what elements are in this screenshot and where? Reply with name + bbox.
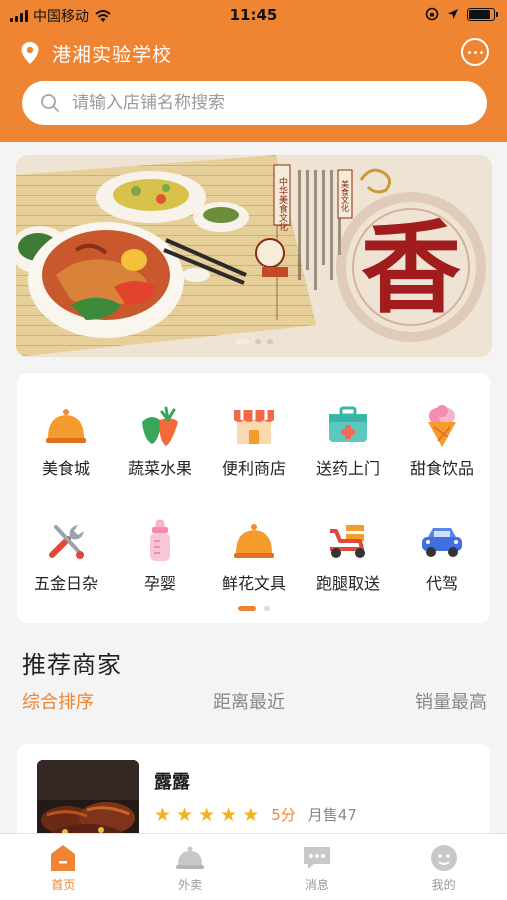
food-court-cloche-icon bbox=[46, 409, 86, 443]
tools-icon bbox=[49, 525, 84, 559]
category-pager bbox=[17, 606, 490, 611]
medicine-kit-icon bbox=[329, 406, 367, 442]
star-rating: ★ ★ ★ ★ ★ bbox=[154, 805, 259, 825]
promo-banner[interactable]: 中华美食文化 美食文化 香 bbox=[16, 155, 492, 357]
category-errand-delivery[interactable]: 跑腿取送 bbox=[301, 518, 395, 608]
battery-icon bbox=[467, 7, 498, 21]
category-desserts-drinks[interactable]: 甜食饮品 bbox=[395, 403, 489, 493]
flowers-stationery-cloche-icon bbox=[234, 524, 274, 558]
category-label: 跑腿取送 bbox=[315, 574, 380, 593]
banner-vertical-text: 中华美食文化 bbox=[277, 176, 288, 232]
shop-score: 5分 bbox=[271, 806, 296, 824]
category-convenience-store[interactable]: 便利商店 bbox=[207, 403, 301, 493]
shop-rating: ★ ★ ★ ★ ★ 5分 月售47 bbox=[154, 804, 357, 825]
search-input[interactable] bbox=[72, 93, 452, 113]
star-icon: ★ bbox=[154, 803, 172, 826]
baby-bottle-icon bbox=[150, 519, 170, 561]
tab-profile[interactable]: 我的 bbox=[380, 834, 507, 900]
category-food-court[interactable]: 美食城 bbox=[19, 403, 113, 493]
category-label: 甜食饮品 bbox=[409, 459, 474, 478]
category-flowers-stationery[interactable]: 鲜花文具 bbox=[207, 518, 301, 608]
ice-cream-icon bbox=[428, 405, 456, 447]
tab-label: 外卖 bbox=[178, 878, 203, 892]
takeout-cloche-icon bbox=[176, 846, 205, 869]
pager-dot[interactable] bbox=[267, 339, 273, 344]
sort-tab-best-selling[interactable]: 销量最高 bbox=[415, 688, 487, 714]
category-label: 蔬菜水果 bbox=[127, 459, 192, 478]
category-label: 孕婴 bbox=[143, 574, 176, 593]
category-medicine-delivery[interactable]: 送药上门 bbox=[301, 403, 395, 493]
orientation-lock-icon bbox=[425, 7, 439, 21]
pager-dot[interactable] bbox=[263, 606, 270, 611]
header: 中国移动 11:45 港湘实验学校 bbox=[0, 0, 507, 142]
location-title: 港湘实验学校 bbox=[52, 43, 173, 66]
profile-icon bbox=[430, 845, 457, 871]
star-icon: ★ bbox=[220, 803, 238, 826]
category-designated-driver[interactable]: 代驾 bbox=[395, 518, 489, 608]
home-icon bbox=[51, 845, 76, 871]
category-label: 五金日杂 bbox=[33, 574, 98, 593]
star-icon: ★ bbox=[198, 803, 216, 826]
location-selector[interactable]: 港湘实验学校 bbox=[20, 36, 172, 70]
star-icon: ★ bbox=[176, 803, 194, 826]
star-icon: ★ bbox=[242, 803, 260, 826]
message-icon bbox=[303, 847, 330, 869]
chat-icon[interactable] bbox=[461, 38, 489, 66]
banner-vertical-text-2: 美食文化 bbox=[341, 179, 350, 213]
category-label: 鲜花文具 bbox=[221, 574, 286, 593]
recommend-title: 推荐商家 bbox=[22, 651, 122, 679]
tab-label: 首页 bbox=[51, 878, 76, 892]
category-hardware[interactable]: 五金日杂 bbox=[19, 518, 113, 608]
vegetables-fruit-icon bbox=[142, 406, 178, 446]
car-icon bbox=[422, 528, 462, 557]
shop-name: 露露 bbox=[154, 772, 190, 793]
category-maternal-baby[interactable]: 孕婴 bbox=[113, 518, 207, 608]
pager-dot[interactable] bbox=[237, 606, 256, 611]
pager-dot[interactable] bbox=[255, 339, 261, 344]
location-arrow-icon bbox=[448, 9, 458, 19]
status-bar: 中国移动 11:45 bbox=[0, 0, 507, 30]
location-pin-icon bbox=[21, 42, 39, 64]
tab-label: 消息 bbox=[304, 878, 329, 892]
tab-takeout[interactable]: 外卖 bbox=[127, 834, 254, 900]
search-bar[interactable] bbox=[22, 81, 487, 125]
tab-messages[interactable]: 消息 bbox=[254, 834, 381, 900]
banner-food-image: 中华美食文化 美食文化 香 bbox=[16, 155, 492, 357]
shop-monthly-sales: 月售47 bbox=[307, 806, 357, 824]
category-label: 代驾 bbox=[425, 574, 458, 593]
category-label: 便利商店 bbox=[221, 459, 286, 478]
category-vegetables-fruit[interactable]: 蔬菜水果 bbox=[113, 403, 207, 493]
tab-label: 我的 bbox=[431, 878, 456, 892]
pager-dot[interactable] bbox=[235, 339, 249, 344]
category-label: 送药上门 bbox=[315, 459, 380, 478]
tab-home[interactable]: 首页 bbox=[0, 834, 127, 900]
sort-tab-comprehensive[interactable]: 综合排序 bbox=[22, 688, 94, 714]
search-icon bbox=[41, 94, 59, 112]
banner-pager bbox=[16, 339, 492, 344]
tab-bar: 首页 外卖 消息 我的 bbox=[0, 833, 507, 900]
sort-tabs: 综合排序 距离最近 销量最高 bbox=[22, 688, 487, 716]
sort-tab-nearest[interactable]: 距离最近 bbox=[213, 688, 285, 714]
category-grid: 美食城 蔬菜水果 便利商店 送药上门 甜食饮品 五金日杂 孕婴 鲜花文具 跑腿取… bbox=[17, 373, 490, 623]
delivery-scooter-icon bbox=[330, 525, 365, 558]
status-icons bbox=[425, 7, 498, 21]
banner-big-char: 香 bbox=[361, 209, 461, 327]
convenience-store-icon bbox=[234, 410, 274, 444]
category-label: 美食城 bbox=[41, 459, 90, 478]
